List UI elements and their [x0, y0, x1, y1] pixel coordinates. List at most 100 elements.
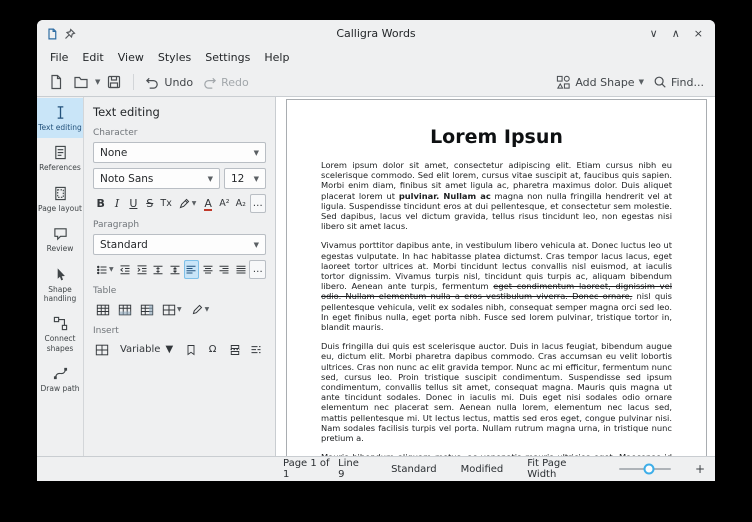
decrease-indent-button[interactable] [118, 260, 133, 279]
zoom-in-button[interactable]: + [695, 462, 705, 476]
highlighter-icon [178, 197, 191, 210]
dock-tab-label: Page layout [38, 204, 82, 213]
main-area: Text editing References Page layout Revi… [37, 97, 715, 456]
dock-tab-label: Draw path [40, 384, 79, 393]
save-button[interactable] [103, 71, 125, 93]
menu-styles[interactable]: Styles [151, 49, 198, 66]
text-cursor-icon [53, 105, 68, 120]
highlight-color-button[interactable]: ▼ [175, 194, 200, 213]
pointer-arrow-icon [53, 267, 68, 282]
spacing-decrease-icon [152, 264, 164, 276]
insert-page-break-button[interactable] [225, 340, 244, 359]
align-right-icon [218, 264, 230, 276]
align-right-button[interactable] [216, 260, 231, 279]
paragraph-more-button[interactable]: … [249, 260, 266, 279]
insert-frame-button[interactable] [93, 340, 112, 359]
increase-paragraph-spacing-button[interactable] [167, 260, 182, 279]
find-button[interactable]: Find... [650, 71, 707, 93]
decrease-paragraph-spacing-button[interactable] [151, 260, 166, 279]
redo-button[interactable]: Redo [199, 71, 252, 93]
new-document-button[interactable] [45, 71, 67, 93]
paragraph-style-combobox[interactable]: Standard ▼ [93, 234, 266, 255]
menu-view[interactable]: View [111, 49, 151, 66]
line-indicator: Line 9 [338, 458, 367, 480]
indent-icon [136, 264, 148, 276]
dock-tab-review[interactable]: Review [37, 219, 83, 259]
document-page[interactable]: Lorem Ipsun Lorem ipsum dolor sit amet, … [286, 99, 707, 456]
app-icon[interactable] [45, 27, 58, 40]
list-style-button[interactable]: ▼ [93, 260, 117, 279]
dock-tab-references[interactable]: References [37, 138, 83, 178]
document-paragraph[interactable]: Vivamus porttitor dapibus ante, in vesti… [321, 240, 672, 332]
chevron-down-icon: ▼ [254, 149, 259, 157]
change-case-button[interactable]: Tx [158, 194, 173, 213]
insert-variable-button[interactable]: Variable ▼ [115, 340, 178, 359]
titlebar[interactable]: Calligra Words ∨ ∧ × [37, 20, 715, 47]
strikethrough-button[interactable]: S [142, 194, 157, 213]
font-family-combobox[interactable]: Noto Sans ▼ [93, 168, 220, 189]
character-more-button[interactable]: … [250, 194, 267, 213]
document-title[interactable]: Lorem Ipsun [321, 126, 672, 148]
minimize-button[interactable]: ∨ [650, 28, 658, 39]
character-section-label: Character [93, 128, 266, 138]
align-center-button[interactable] [200, 260, 215, 279]
bold-button[interactable]: B [93, 194, 108, 213]
connector-icon [53, 316, 68, 331]
document-body[interactable]: Lorem ipsum dolor sit amet, consectetur … [321, 160, 672, 456]
undo-button[interactable]: Undo [142, 71, 196, 93]
tool-dock-tabs: Text editing References Page layout Revi… [37, 97, 84, 456]
add-shape-button[interactable]: Add Shape ▼ [553, 71, 647, 93]
superscript-button[interactable]: A² [217, 194, 232, 213]
insert-row-button[interactable] [115, 300, 134, 319]
font-color-button[interactable]: A [200, 194, 215, 213]
close-button[interactable]: × [694, 28, 703, 39]
redo-label: Redo [221, 76, 249, 89]
character-style-combobox[interactable]: None ▼ [93, 142, 266, 163]
zoom-slider-handle[interactable] [644, 464, 655, 475]
font-size-value: 12 [231, 173, 244, 185]
underline-button[interactable]: U [126, 194, 141, 213]
insert-bookmark-button[interactable] [181, 340, 200, 359]
document-paragraph[interactable]: Lorem ipsum dolor sit amet, consectetur … [321, 160, 672, 231]
menu-file[interactable]: File [43, 49, 75, 66]
pin-icon[interactable] [63, 27, 76, 40]
insert-index-button[interactable] [247, 340, 266, 359]
maximize-button[interactable]: ∧ [672, 28, 680, 39]
font-family-value: Noto Sans [100, 173, 153, 185]
zoom-mode-button[interactable]: Fit Page Width [527, 458, 595, 480]
chevron-down-icon: ▼ [192, 200, 197, 207]
subscript-button[interactable]: A₂ [233, 194, 248, 213]
dock-tab-connect-shapes[interactable]: Connect shapes [37, 309, 83, 359]
chevron-down-icon: ▼ [109, 266, 114, 273]
open-document-button[interactable] [70, 71, 92, 93]
align-justify-button[interactable] [233, 260, 248, 279]
italic-button[interactable]: I [109, 194, 124, 213]
insert-special-character-button[interactable]: Ω [203, 340, 222, 359]
page-break-icon [229, 344, 241, 356]
dock-tab-label: Connect shapes [38, 334, 82, 353]
dock-tab-shape-handling[interactable]: Shape handling [37, 260, 83, 310]
align-left-button[interactable] [184, 260, 199, 279]
open-recent-chevron-icon[interactable]: ▼ [95, 79, 100, 86]
comment-bubble-icon [53, 226, 68, 241]
insert-section-label: Insert [93, 326, 266, 336]
document-paragraph[interactable]: Mauris bibendum aliquam metus, ac venena… [321, 452, 672, 456]
menu-help[interactable]: Help [257, 49, 296, 66]
page-layout-icon [53, 186, 68, 201]
table-pen-style-button[interactable]: ▼ [188, 300, 213, 319]
menu-settings[interactable]: Settings [198, 49, 257, 66]
style-indicator[interactable]: Standard [391, 464, 437, 475]
zoom-slider[interactable] [619, 463, 671, 475]
dock-tab-page-layout[interactable]: Page layout [37, 179, 83, 219]
insert-table-button[interactable] [93, 300, 112, 319]
toolbar-separator [133, 74, 134, 90]
increase-indent-button[interactable] [134, 260, 149, 279]
dock-tab-text-editing[interactable]: Text editing [37, 98, 83, 138]
insert-column-button[interactable] [137, 300, 156, 319]
document-paragraph[interactable]: Duis fringilla dui quis est scelerisque … [321, 341, 672, 443]
table-borders-button[interactable]: ▼ [159, 300, 185, 319]
dock-tab-draw-path[interactable]: Draw path [37, 359, 83, 399]
menu-edit[interactable]: Edit [75, 49, 110, 66]
font-size-combobox[interactable]: 12 ▼ [224, 168, 266, 189]
find-label: Find... [671, 76, 704, 89]
